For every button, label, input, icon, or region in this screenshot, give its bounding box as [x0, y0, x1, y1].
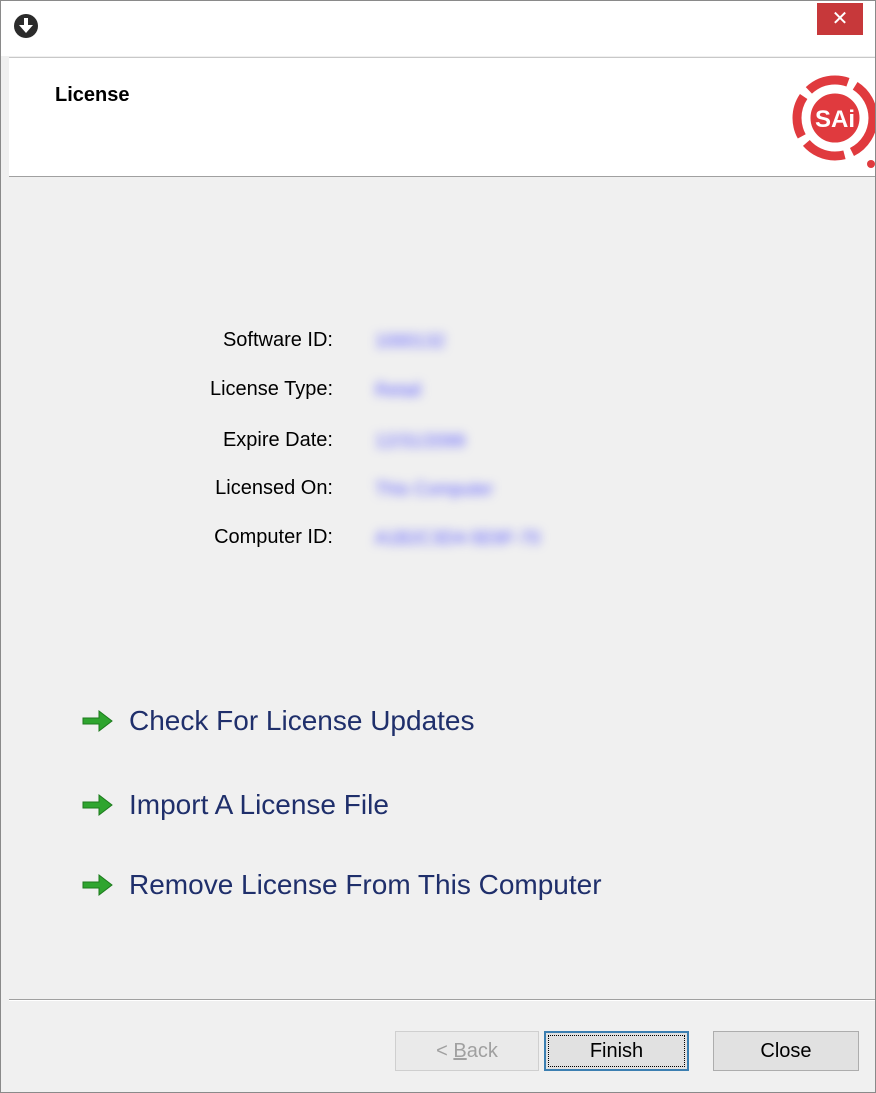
back-rest: ack	[466, 1040, 498, 1062]
computer-id-label: Computer ID:	[214, 526, 333, 548]
license-type-label: License Type:	[209, 378, 333, 400]
computer-id-value: A1B2C3D4-5E6F-70	[375, 528, 541, 548]
import-license-file-label: Import A License File	[129, 789, 389, 820]
licensed-on-label: Licensed On:	[215, 477, 333, 499]
software-id-label: Software ID:	[222, 329, 333, 351]
remove-license-label: Remove License From This Computer	[129, 869, 602, 900]
licensed-on-value: This Computer	[375, 479, 494, 499]
page-title: License	[55, 84, 130, 106]
import-license-file-link[interactable]: Import A License File	[81, 785, 389, 825]
back-prefix: <	[436, 1040, 454, 1062]
close-window-button[interactable]: ✕	[817, 3, 863, 35]
license-type-value: Retail	[375, 380, 422, 400]
license-dialog-window: ✕ License SAi Software ID: 1000132 Licen…	[0, 0, 876, 1093]
back-button[interactable]: < Back	[395, 1031, 539, 1071]
expire-date-value: 12/31/2099	[375, 431, 466, 451]
finish-button[interactable]: Finish	[544, 1031, 689, 1071]
green-arrow-icon	[81, 708, 115, 734]
logo-text: SAi	[815, 106, 855, 133]
green-arrow-icon	[81, 792, 115, 818]
check-license-updates-label: Check For License Updates	[129, 705, 475, 736]
close-button[interactable]: Close	[713, 1031, 859, 1071]
download-icon	[13, 13, 39, 39]
back-mnemonic: B	[453, 1040, 467, 1062]
software-id-value: 1000132	[375, 331, 446, 351]
check-license-updates-link[interactable]: Check For License Updates	[81, 701, 475, 741]
expire-date-label: Expire Date:	[222, 429, 333, 451]
wizard-header: License SAi	[9, 57, 876, 177]
sai-logo: SAi	[783, 66, 876, 170]
remove-license-link[interactable]: Remove License From This Computer	[81, 865, 602, 905]
green-arrow-icon	[81, 872, 115, 898]
title-bar[interactable]: ✕	[1, 1, 875, 56]
footer-divider	[9, 999, 875, 1001]
